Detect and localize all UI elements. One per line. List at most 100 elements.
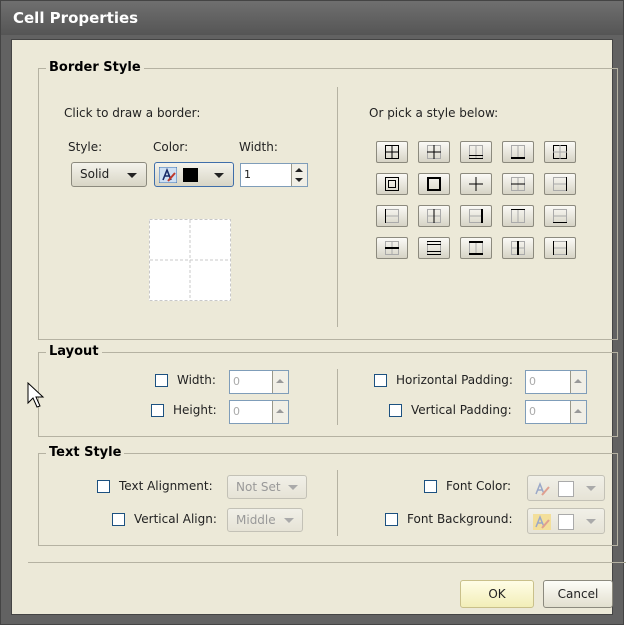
cell-properties-dialog: Cell Properties Border Style Click to dr… xyxy=(0,0,626,625)
chevron-down-icon xyxy=(586,519,596,524)
style-middle-horizontal[interactable] xyxy=(376,237,408,259)
spin-down-icon xyxy=(295,178,303,182)
text-style-legend: Text Style xyxy=(46,445,125,460)
vertical-padding-checkbox[interactable] xyxy=(389,404,402,417)
vertical-padding-label: Vertical Padding: xyxy=(411,403,512,417)
width-checkbox[interactable] xyxy=(155,374,168,387)
layout-separator xyxy=(337,369,338,425)
style-horizontal-inner[interactable] xyxy=(502,173,534,195)
chevron-down-icon xyxy=(127,173,137,178)
spin-up-icon xyxy=(295,168,303,172)
text-alignment-checkbox[interactable] xyxy=(97,480,110,493)
width-input[interactable] xyxy=(231,372,271,390)
text-alignment-dropdown[interactable]: Not Set xyxy=(227,475,307,499)
chevron-down-icon xyxy=(214,173,224,178)
height-spinner[interactable] xyxy=(229,400,289,424)
width-spinner[interactable] xyxy=(229,370,289,394)
style-inner-cross[interactable] xyxy=(460,173,492,195)
ok-button[interactable]: OK xyxy=(460,580,534,608)
spin-up-icon xyxy=(574,379,582,383)
style-bottom-border[interactable] xyxy=(502,141,534,163)
font-color-picker[interactable] xyxy=(527,475,605,501)
border-style-separator xyxy=(337,87,338,327)
text-alignment-value: Not Set xyxy=(236,480,281,494)
vertical-align-value: Middle xyxy=(236,513,276,527)
footer-separator xyxy=(28,562,626,563)
chevron-down-icon xyxy=(284,518,294,523)
pick-style-label: Or pick a style below: xyxy=(369,106,499,120)
horizontal-padding-label: Horizontal Padding: xyxy=(396,373,513,387)
style-bottom-thin[interactable] xyxy=(544,205,576,227)
font-background-icon xyxy=(533,514,551,530)
color-swatch xyxy=(183,168,198,182)
font-background-checkbox[interactable] xyxy=(385,513,398,526)
border-color-picker[interactable] xyxy=(154,162,234,187)
style-top-border[interactable] xyxy=(502,205,534,227)
border-width-spinner[interactable] xyxy=(240,163,308,187)
preview-grid xyxy=(149,219,231,301)
font-background-picker[interactable] xyxy=(527,508,605,534)
border-style-value: Solid xyxy=(80,167,110,181)
style-top-bottom-double[interactable] xyxy=(418,237,450,259)
horizontal-padding-checkbox[interactable] xyxy=(374,374,387,387)
ok-button-label: OK xyxy=(488,587,506,601)
vertical-align-label: Vertical Align: xyxy=(134,512,217,526)
font-color-icon xyxy=(535,481,550,496)
cancel-button[interactable]: Cancel xyxy=(543,580,613,608)
spinner-buttons[interactable] xyxy=(570,371,586,393)
color-label: Color: xyxy=(153,140,189,154)
border-preview[interactable] xyxy=(149,219,231,301)
style-all-borders[interactable] xyxy=(376,141,408,163)
horizontal-padding-spinner[interactable] xyxy=(525,370,587,394)
style-middle-vertical[interactable] xyxy=(502,237,534,259)
style-label: Style: xyxy=(68,140,103,154)
border-style-legend: Border Style xyxy=(46,60,144,75)
border-width-input[interactable] xyxy=(242,165,282,183)
chevron-down-icon xyxy=(288,485,298,490)
style-bottom-double[interactable] xyxy=(460,141,492,163)
style-left-border[interactable] xyxy=(376,205,408,227)
spin-up-icon xyxy=(276,379,284,383)
spin-up-icon xyxy=(574,409,582,413)
layout-legend: Layout xyxy=(46,344,102,359)
cancel-button-label: Cancel xyxy=(557,587,599,601)
layout-group: Layout Width: Height: Horizontal Padding… xyxy=(38,344,618,437)
font-background-swatch xyxy=(558,514,574,530)
text-style-group: Text Style Text Alignment: Not Set Verti… xyxy=(38,445,618,546)
spinner-buttons[interactable] xyxy=(291,164,307,186)
border-style-dropdown[interactable]: Solid xyxy=(71,162,147,187)
dialog-title: Cell Properties xyxy=(13,9,139,27)
spinner-buttons[interactable] xyxy=(272,401,288,423)
style-vertical-inner[interactable] xyxy=(418,205,450,227)
dialog-body: Border Style Click to draw a border: Sty… xyxy=(11,39,626,615)
style-left-right[interactable] xyxy=(544,237,576,259)
style-inner-borders[interactable] xyxy=(418,141,450,163)
width-label: Width: xyxy=(239,140,278,154)
font-color-label: Font Color: xyxy=(446,479,512,493)
style-right-border[interactable] xyxy=(544,173,576,195)
title-bar[interactable]: Cell Properties xyxy=(1,1,623,35)
style-thick-outside[interactable] xyxy=(418,173,450,195)
draw-border-label: Click to draw a border: xyxy=(64,106,201,120)
vertical-padding-spinner[interactable] xyxy=(525,400,587,424)
mouse-cursor-icon xyxy=(27,382,45,408)
spinner-buttons[interactable] xyxy=(570,401,586,423)
border-style-group: Border Style Click to draw a border: Sty… xyxy=(38,60,618,340)
vertical-align-dropdown[interactable]: Middle xyxy=(227,508,303,532)
spinner-buttons[interactable] xyxy=(272,371,288,393)
vertical-padding-input[interactable] xyxy=(527,402,567,420)
style-outside-thin[interactable] xyxy=(544,141,576,163)
vertical-align-checkbox[interactable] xyxy=(112,513,125,526)
horizontal-padding-input[interactable] xyxy=(527,372,567,390)
style-right-thick[interactable] xyxy=(460,205,492,227)
style-box-inset[interactable] xyxy=(376,173,408,195)
pen-icon xyxy=(159,167,177,183)
text-alignment-label: Text Alignment: xyxy=(119,479,213,493)
height-label: Height: xyxy=(173,403,217,417)
height-input[interactable] xyxy=(231,402,271,420)
font-color-checkbox[interactable] xyxy=(424,480,437,493)
height-checkbox[interactable] xyxy=(151,404,164,417)
font-background-label: Font Background: xyxy=(407,512,513,526)
width-label: Width: xyxy=(177,373,216,387)
style-top-bottom[interactable] xyxy=(460,237,492,259)
